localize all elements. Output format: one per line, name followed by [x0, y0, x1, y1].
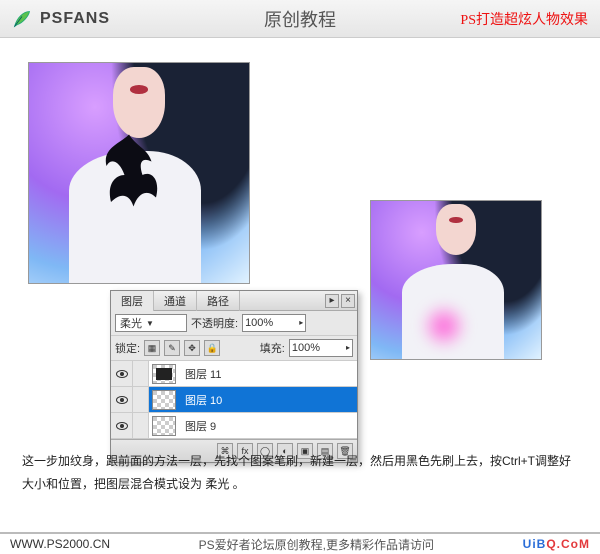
chevron-right-icon: ▸	[275, 319, 303, 327]
eye-icon	[116, 396, 128, 404]
blend-mode-dropdown[interactable]: 柔光 ▼	[115, 314, 187, 332]
layer-row[interactable]: 图层 9	[111, 413, 357, 439]
lock-label: 锁定:	[115, 340, 140, 356]
footer-url: WWW.PS2000.CN	[10, 537, 110, 551]
tab-paths[interactable]: 路径	[197, 291, 240, 311]
panel-close-button[interactable]: ×	[341, 294, 355, 308]
layer-name: 图层 10	[179, 392, 357, 408]
footer-brand: UiBQ.CoM	[523, 537, 590, 551]
chevron-right-icon: ▸	[322, 344, 350, 352]
layers-panel: 图层 通道 路径 ▸ × 柔光 ▼ 不透明度: 100% ▸ 锁定: ▦ ✎ ✥	[110, 290, 358, 463]
layers-list: 图层 11 图层 10 图层 9	[111, 361, 357, 439]
panel-tabs: 图层 通道 路径 ▸ ×	[111, 291, 357, 311]
logo-text: PSFANS	[40, 10, 110, 28]
tattoo-icon	[84, 129, 174, 239]
visibility-toggle[interactable]	[111, 387, 133, 412]
blend-opacity-row: 柔光 ▼ 不透明度: 100% ▸	[111, 311, 357, 336]
layer-row[interactable]: 图层 10	[111, 387, 357, 413]
lock-move-icon[interactable]: ✥	[184, 340, 200, 356]
link-cell[interactable]	[133, 413, 149, 438]
result-image-after	[370, 200, 542, 360]
step-description: 这一步加纹身，跟前面的方法一层，先找个图案笔刷，新建一层，然后用黑色先刷上去，按…	[22, 450, 578, 496]
layer-thumbnail	[152, 416, 176, 436]
layer-name: 图层 11	[179, 366, 357, 382]
lock-paint-icon[interactable]: ✎	[164, 340, 180, 356]
chevron-down-icon: ▼	[146, 319, 154, 328]
opacity-label: 不透明度:	[191, 315, 238, 331]
page-footer: WWW.PS2000.CN PS爱好者论坛原创教程,更多精彩作品请访问 UiBQ…	[0, 532, 600, 554]
fill-value: 100%	[292, 342, 320, 354]
footer-credit: PS爱好者论坛原创教程,更多精彩作品请访问	[110, 536, 523, 553]
link-cell[interactable]	[133, 361, 149, 386]
result-image-before	[28, 62, 250, 284]
link-cell[interactable]	[133, 387, 149, 412]
visibility-toggle[interactable]	[111, 361, 133, 386]
lock-all-icon[interactable]: 🔒	[204, 340, 220, 356]
eye-icon	[116, 422, 128, 430]
page-subtitle: PS打造超炫人物效果	[460, 9, 588, 29]
opacity-value: 100%	[245, 317, 273, 329]
fill-input[interactable]: 100% ▸	[289, 339, 353, 357]
content-area: 图层 通道 路径 ▸ × 柔光 ▼ 不透明度: 100% ▸ 锁定: ▦ ✎ ✥	[0, 38, 600, 493]
layer-row[interactable]: 图层 11	[111, 361, 357, 387]
fill-label: 填充:	[260, 340, 285, 356]
blend-mode-value: 柔光	[120, 315, 142, 331]
layer-name: 图层 9	[179, 418, 357, 434]
panel-menu-button[interactable]: ▸	[325, 294, 339, 308]
page-title: 原创教程	[264, 6, 336, 32]
layer-thumbnail	[152, 390, 176, 410]
opacity-input[interactable]: 100% ▸	[242, 314, 306, 332]
visibility-toggle[interactable]	[111, 413, 133, 438]
feather-icon	[12, 9, 32, 29]
header: PSFANS 原创教程 PS打造超炫人物效果	[0, 0, 600, 38]
layer-thumbnail	[152, 364, 176, 384]
lock-fill-row: 锁定: ▦ ✎ ✥ 🔒 填充: 100% ▸	[111, 336, 357, 361]
tab-layers[interactable]: 图层	[111, 291, 154, 311]
lock-transparent-icon[interactable]: ▦	[144, 340, 160, 356]
tab-channels[interactable]: 通道	[154, 291, 197, 311]
eye-icon	[116, 370, 128, 378]
